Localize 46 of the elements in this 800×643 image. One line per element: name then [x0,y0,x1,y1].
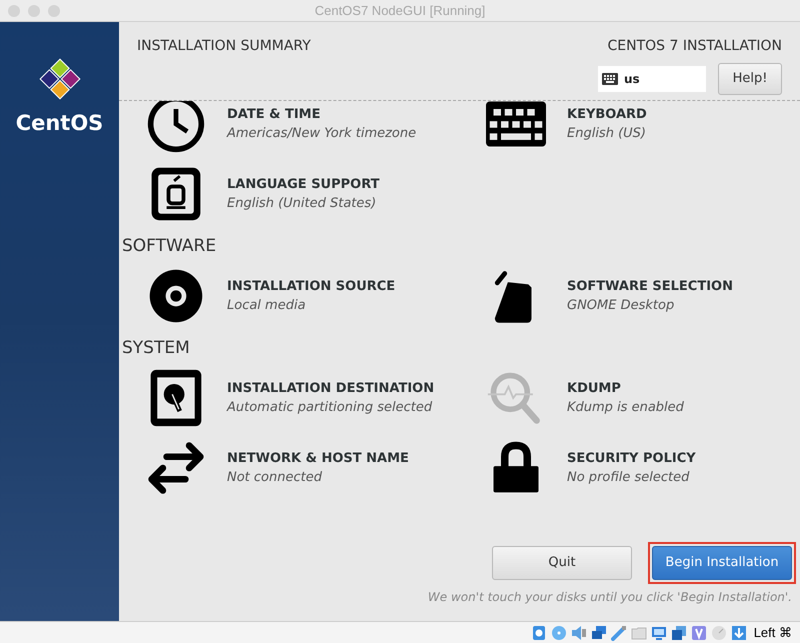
optical-disc-icon[interactable] [550,624,567,640]
begin-installation-button[interactable]: Begin Installation [652,546,792,580]
help-button[interactable]: Help! [718,63,782,95]
spoke-item[interactable]: LANGUAGE SUPPORT English (United States) [119,162,459,226]
spoke-status: Kdump is enabled [567,399,684,417]
logo-icon [36,56,82,102]
spoke-status: Not connected [227,469,323,487]
spoke-item[interactable]: SECURITY POLICY No profile selected [459,436,800,500]
spoke-title: LANGUAGE SUPPORT [227,176,380,194]
spoke-status: Local media [227,297,307,315]
speaker-icon[interactable] [570,624,587,640]
spoke-status: Automatic partitioning selected [227,399,434,417]
section-heading: SOFTWARE [122,235,216,258]
spoke-title: INSTALLATION DESTINATION [227,380,434,398]
spoke-status: English (United States) [227,195,378,213]
window-title: CentOS7 NodeGUI [Running] [314,2,486,20]
host-key-label: Left ⌘ [754,624,792,642]
spoke-status: Americas/New York timezone [227,125,416,143]
folder-icon[interactable] [630,624,647,640]
spoke-item[interactable]: SOFTWARE SELECTION GNOME Desktop [459,264,800,328]
logo-text: CentOS [16,110,104,137]
spoke-title: DATE & TIME [227,106,322,124]
spoke-item[interactable]: INSTALLATION DESTINATION Automatic partitioning selected [119,366,459,430]
spoke-item[interactable]: INSTALLATION SOURCE Local media [119,264,459,328]
spoke-title: SOFTWARE SELECTION [567,278,733,296]
spoke-title: NETWORK & HOST NAME [227,450,409,468]
spoke-title: SECURITY POLICY [567,450,696,468]
section-heading: SYSTEM [122,337,190,360]
spoke-status: GNOME Desktop [567,297,676,315]
spoke-item[interactable]: NETWORK & HOST NAME Not connected [119,436,459,500]
quit-button[interactable]: Quit [492,546,632,580]
spoke-title: INSTALLATION SOURCE [227,278,396,296]
spoke-item[interactable]: DATE & TIME Americas/New York timezone [119,101,459,156]
download-icon[interactable] [730,624,747,640]
keyboard-icon [602,73,618,85]
keyboard-layout-field[interactable]: us [598,66,706,92]
spoke-title: KDUMP [567,380,622,398]
footer-note: We won't touch your disks until you click 'Begin Installation'. [428,589,792,606]
page-title: INSTALLATION SUMMARY [137,37,311,56]
spoke-item[interactable]: KEYBOARD English (US) [459,101,800,156]
spoke-status: No profile selected [567,469,690,487]
display-icon[interactable] [650,624,667,640]
product-title: CENTOS 7 INSTALLATION [608,37,782,56]
spoke-status: English (US) [567,125,647,143]
spoke-title: KEYBOARD [567,106,647,124]
spoke-item[interactable]: KDUMP Kdump is enabled [459,366,800,430]
